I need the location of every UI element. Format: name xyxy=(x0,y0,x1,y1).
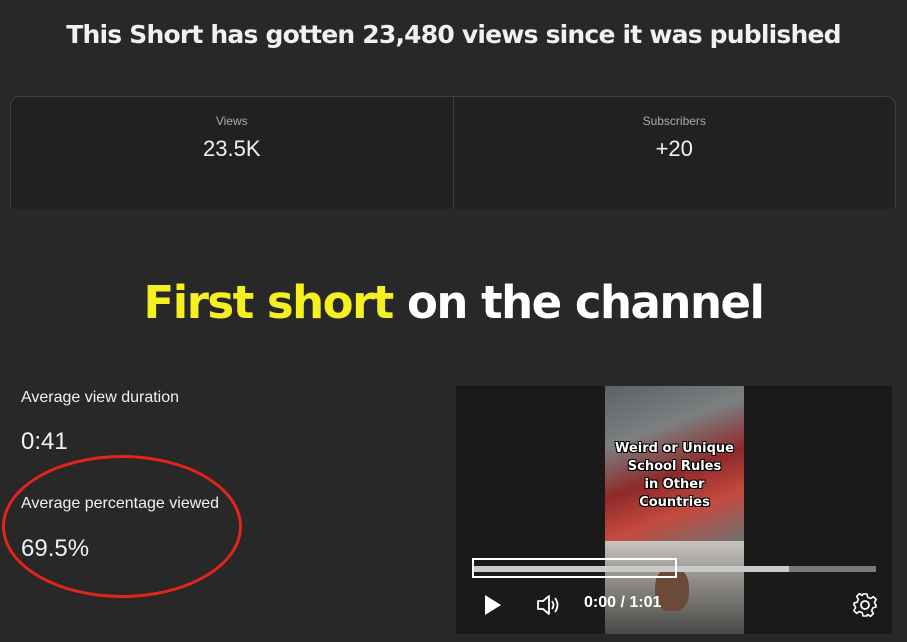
stat-views-value: 23.5K xyxy=(203,136,261,161)
progress-highlight-box xyxy=(472,558,677,578)
stat-views[interactable]: Views 23.5K xyxy=(11,97,453,209)
thumbnail-caption: Weird or Unique School Rules in Other Co… xyxy=(605,440,744,512)
overlay-banner: First short on the channel xyxy=(0,276,907,329)
volume-icon[interactable] xyxy=(536,593,562,617)
settings-gear-icon[interactable] xyxy=(852,592,878,618)
annotation-circle xyxy=(2,455,242,598)
avg-view-duration-label: Average view duration xyxy=(21,389,180,406)
video-player[interactable]: Weird or Unique School Rules in Other Co… xyxy=(456,386,892,634)
time-display: 0:00 / 1:01 xyxy=(584,594,662,611)
thumbnail-caption-line: Countries xyxy=(639,495,710,510)
video-thumbnail: Weird or Unique School Rules in Other Co… xyxy=(605,386,744,541)
banner-highlight-text: First short xyxy=(143,276,395,329)
page-headline: This Short has gotten 23,480 views since… xyxy=(66,20,841,49)
stat-subscribers-label: Subscribers xyxy=(642,114,706,128)
stat-subscribers-value: +20 xyxy=(655,136,693,161)
banner-rest-text: on the channel xyxy=(406,276,765,329)
stat-views-label: Views xyxy=(215,114,248,128)
stats-card: Views 23.5K Subscribers +20 xyxy=(10,96,896,209)
play-icon[interactable] xyxy=(484,594,502,616)
thumbnail-caption-line: Weird or Unique xyxy=(615,441,734,456)
thumbnail-caption-line: School Rules xyxy=(627,459,722,474)
stat-subscribers[interactable]: Subscribers +20 xyxy=(452,97,896,209)
avg-view-duration-value: 0:41 xyxy=(21,428,68,455)
thumbnail-caption-line: in Other xyxy=(644,477,705,492)
webcam-inset xyxy=(605,541,744,634)
